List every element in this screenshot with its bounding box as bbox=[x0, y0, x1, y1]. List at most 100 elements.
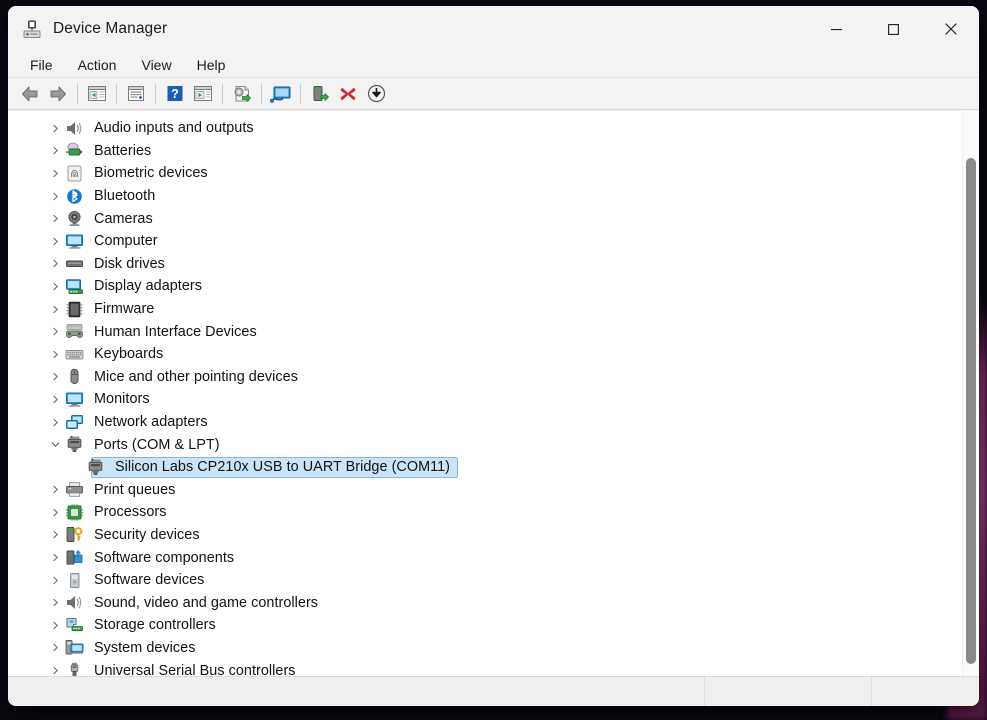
chevron-right-icon[interactable] bbox=[49, 190, 61, 202]
storage-controller-icon bbox=[65, 617, 84, 634]
chevron-down-icon[interactable] bbox=[49, 439, 61, 451]
scrollbar-thumb[interactable] bbox=[966, 158, 976, 664]
update-driver-button[interactable] bbox=[228, 81, 256, 107]
chevron-right-icon[interactable] bbox=[49, 506, 61, 518]
chevron-right-icon[interactable] bbox=[49, 326, 61, 338]
tree-node[interactable]: Mice and other pointing devices bbox=[8, 366, 962, 389]
camera-icon bbox=[65, 210, 84, 227]
chevron-right-icon[interactable] bbox=[49, 619, 61, 631]
chevron-right-icon[interactable] bbox=[49, 597, 61, 609]
bluetooth-icon bbox=[65, 188, 84, 205]
tree-node[interactable]: Cameras bbox=[8, 207, 962, 230]
disk-drive-icon bbox=[65, 255, 84, 272]
scan-hardware-changes-button[interactable] bbox=[267, 81, 295, 107]
tree-node[interactable]: Batteries bbox=[8, 140, 962, 163]
device-tree[interactable]: Audio inputs and outputsBatteriesBiometr… bbox=[8, 111, 962, 676]
tree-node[interactable]: Bluetooth bbox=[8, 185, 962, 208]
chevron-right-icon[interactable] bbox=[49, 280, 61, 292]
tree-node[interactable]: Human Interface Devices bbox=[8, 320, 962, 343]
maximize-button[interactable] bbox=[865, 6, 922, 52]
chevron-right-icon[interactable] bbox=[49, 416, 61, 428]
toolbar-separator bbox=[116, 84, 117, 104]
chevron-right-icon[interactable] bbox=[49, 529, 61, 541]
tree-node[interactable]: Biometric devices bbox=[8, 162, 962, 185]
enable-device-button[interactable] bbox=[306, 81, 334, 107]
close-button[interactable] bbox=[922, 6, 979, 52]
tree-node-label: Human Interface Devices bbox=[94, 324, 257, 340]
tree-node[interactable]: Processors bbox=[8, 501, 962, 524]
chevron-right-icon[interactable] bbox=[49, 122, 61, 134]
show-hide-console-tree-button[interactable] bbox=[83, 81, 111, 107]
tree-node[interactable]: Software components bbox=[8, 546, 962, 569]
forward-button[interactable] bbox=[44, 81, 72, 107]
chevron-right-icon[interactable] bbox=[49, 213, 61, 225]
chevron-right-icon[interactable] bbox=[49, 574, 61, 586]
menu-file[interactable]: File bbox=[21, 55, 62, 75]
chevron-right-icon[interactable] bbox=[49, 642, 61, 654]
chevron-right-icon[interactable] bbox=[49, 235, 61, 247]
toolbar-separator bbox=[155, 84, 156, 104]
menu-bar: File Action View Help bbox=[8, 52, 979, 78]
tree-node[interactable]: Disk drives bbox=[8, 253, 962, 276]
software-device-icon bbox=[65, 572, 84, 589]
chevron-right-icon[interactable] bbox=[49, 393, 61, 405]
usb-icon bbox=[65, 662, 84, 676]
tree-node-label: Software components bbox=[94, 550, 234, 566]
content-area: Audio inputs and outputsBatteriesBiometr… bbox=[8, 110, 979, 676]
computer-monitor-icon bbox=[65, 233, 84, 250]
tree-node[interactable]: Print queues bbox=[8, 479, 962, 502]
properties-button[interactable] bbox=[122, 81, 150, 107]
chevron-right-icon[interactable] bbox=[49, 484, 61, 496]
help-button[interactable]: ? bbox=[161, 81, 189, 107]
status-end bbox=[872, 677, 979, 706]
tree-node[interactable]: Display adapters bbox=[8, 275, 962, 298]
minimize-button[interactable] bbox=[808, 6, 865, 52]
window-title: Device Manager bbox=[53, 20, 167, 38]
tree-node[interactable]: Sound, video and game controllers bbox=[8, 591, 962, 614]
tree-node[interactable]: System devices bbox=[8, 637, 962, 660]
chevron-right-icon[interactable] bbox=[49, 552, 61, 564]
tree-node[interactable]: Keyboards bbox=[8, 343, 962, 366]
speaker-icon bbox=[65, 120, 84, 137]
tree-node-label: Monitors bbox=[94, 391, 150, 407]
tree-node-label: Mice and other pointing devices bbox=[94, 369, 298, 385]
speaker-icon bbox=[65, 594, 84, 611]
menu-view[interactable]: View bbox=[132, 55, 180, 75]
chevron-right-icon[interactable] bbox=[49, 348, 61, 360]
chevron-right-icon[interactable] bbox=[49, 665, 61, 676]
tree-node[interactable]: Audio inputs and outputs bbox=[8, 117, 962, 140]
tree-node[interactable]: Computer bbox=[8, 230, 962, 253]
tree-node-label: Display adapters bbox=[94, 278, 202, 294]
menu-help[interactable]: Help bbox=[188, 55, 235, 75]
update-driver-icon bbox=[232, 85, 253, 103]
tree-node[interactable]: Software devices bbox=[8, 569, 962, 592]
tree-node[interactable]: Storage controllers bbox=[8, 614, 962, 637]
chevron-right-icon[interactable] bbox=[49, 167, 61, 179]
mouse-icon bbox=[65, 368, 84, 385]
network-adapter-icon bbox=[65, 414, 84, 431]
device-manager-window: Device Manager bbox=[8, 6, 979, 706]
tree-node-label: Ports (COM & LPT) bbox=[94, 437, 220, 453]
chevron-right-icon[interactable] bbox=[49, 145, 61, 157]
chevron-right-icon[interactable] bbox=[49, 258, 61, 270]
back-button[interactable] bbox=[16, 81, 44, 107]
port-connector-icon bbox=[86, 459, 105, 476]
chevron-right-icon[interactable] bbox=[49, 371, 61, 383]
menu-action[interactable]: Action bbox=[69, 55, 126, 75]
tree-node[interactable]: Network adapters bbox=[8, 411, 962, 434]
disable-device-button[interactable] bbox=[362, 81, 390, 107]
tree-node[interactable]: Universal Serial Bus controllers bbox=[8, 659, 962, 676]
svg-text:?: ? bbox=[171, 87, 179, 101]
uninstall-device-button[interactable] bbox=[334, 81, 362, 107]
display-adapter-icon bbox=[65, 278, 84, 295]
chevron-right-icon[interactable] bbox=[49, 303, 61, 315]
tree-node[interactable]: Security devices bbox=[8, 524, 962, 547]
tree-node-label: Network adapters bbox=[94, 414, 208, 430]
tree-node[interactable]: Silicon Labs CP210x USB to UART Bridge (… bbox=[8, 456, 962, 479]
tree-node[interactable]: Ports (COM & LPT) bbox=[8, 433, 962, 456]
tree-node[interactable]: Firmware bbox=[8, 298, 962, 321]
show-hide-action-pane-button[interactable] bbox=[189, 81, 217, 107]
vertical-scrollbar[interactable] bbox=[962, 111, 979, 676]
fingerprint-icon bbox=[65, 165, 84, 182]
tree-node[interactable]: Monitors bbox=[8, 388, 962, 411]
